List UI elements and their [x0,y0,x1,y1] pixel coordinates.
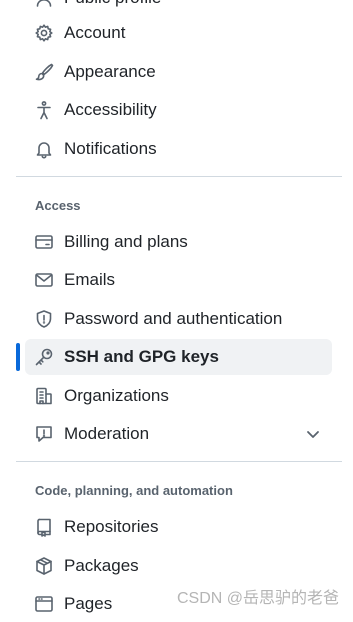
sidebar-item-label: Notifications [64,139,157,158]
person-icon [33,0,55,9]
section-heading-code-planning-automation: Code, planning, and automation [35,483,233,498]
mail-icon [33,269,55,291]
sidebar-item-moderation[interactable]: Moderation [25,416,332,452]
paintbrush-icon [33,61,55,83]
sidebar-item-accessibility[interactable]: Accessibility [25,92,332,128]
sidebar-item-label: Organizations [64,386,169,405]
sidebar-item-label: Emails [64,270,116,289]
sidebar-item-ssh-gpg-keys[interactable]: SSH and GPG keys [25,339,332,375]
sidebar-item-emails[interactable]: Emails [25,262,332,298]
sidebar-item-account[interactable]: Account [25,15,332,51]
chevron-down-icon[interactable] [304,425,322,443]
organization-icon [33,385,55,407]
shield-icon [33,308,55,330]
sidebar-item-notifications[interactable]: Notifications [25,131,332,167]
repo-icon [33,516,55,538]
sidebar-item-label: Appearance [64,62,156,81]
sidebar-item-billing[interactable]: Billing and plans [25,224,332,260]
section-divider [16,176,342,177]
sidebar-item-label: Moderation [64,424,150,443]
key-icon [33,346,55,368]
sidebar-item-appearance[interactable]: Appearance [25,54,332,90]
sidebar-item-label: Billing and plans [64,232,188,251]
sidebar-item-label: Pages [64,594,113,613]
section-heading-access: Access [35,198,81,213]
active-indicator [16,343,20,371]
sidebar-item-public-profile[interactable]: Public profile [25,0,332,16]
browser-icon [33,593,55,615]
sidebar-item-organizations[interactable]: Organizations [25,378,332,414]
sidebar-item-label: SSH and GPG keys [64,347,219,366]
sidebar-item-label: Public profile [64,0,161,8]
sidebar-item-label: Accessibility [64,100,157,119]
bell-icon [33,138,55,160]
credit-card-icon [33,231,55,253]
sidebar-item-password-authentication[interactable]: Password and authentication [25,301,332,337]
watermark: CSDN @岳思驴的老爸 [176,590,339,607]
sidebar-item-label: Password and authentication [64,309,283,328]
report-icon [33,423,55,445]
section-divider [16,461,342,462]
sidebar-item-packages[interactable]: Packages [25,548,332,584]
sidebar-item-label: Repositories [64,517,159,536]
sidebar-item-label: Account [64,23,126,42]
gear-icon [33,22,55,44]
package-icon [33,555,55,577]
sidebar-item-label: Packages [64,556,139,575]
accessibility-icon [33,99,55,121]
sidebar-item-repositories[interactable]: Repositories [25,509,332,545]
